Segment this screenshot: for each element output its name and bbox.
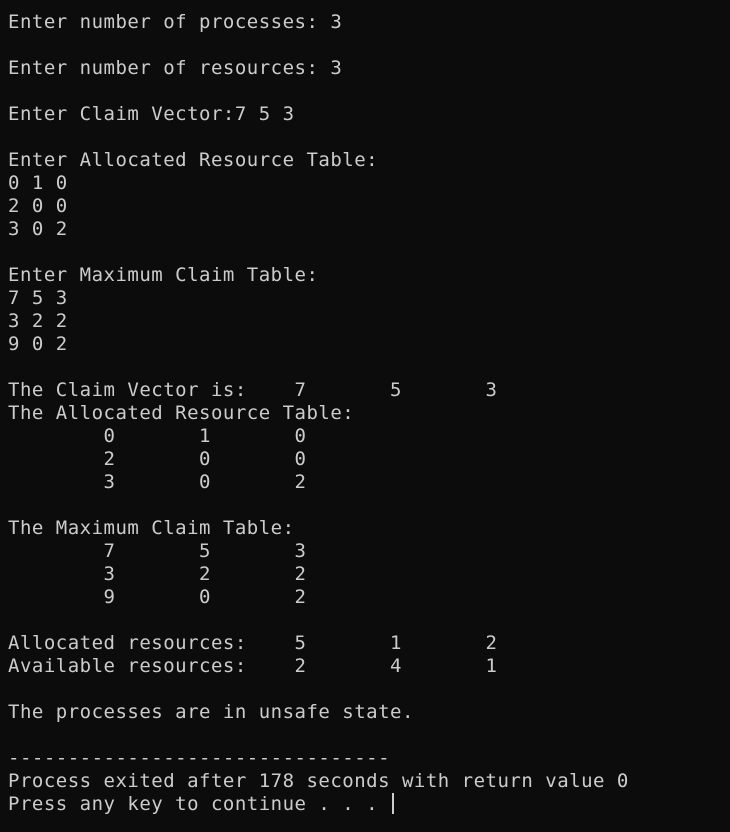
console-line: 9 0 2 — [8, 586, 307, 608]
console-line: The processes are in unsafe state. — [8, 701, 414, 723]
console-line: Enter Claim Vector:7 5 3 — [8, 103, 295, 125]
console-line: 2 0 0 — [8, 195, 68, 217]
console-line: 0 1 0 — [8, 425, 307, 447]
console-line: 3 2 2 — [8, 310, 68, 332]
console-line: -------------------------------- — [8, 747, 391, 769]
console-line: Allocated resources: 5 1 2 — [8, 632, 498, 654]
text-cursor — [392, 793, 395, 814]
console-line: 3 2 2 — [8, 563, 307, 585]
continue-prompt: Press any key to continue . . . — [8, 793, 391, 815]
console-line: 7 5 3 — [8, 287, 68, 309]
console-line: 2 0 0 — [8, 448, 307, 470]
console-line: The Claim Vector is: 7 5 3 — [8, 379, 498, 401]
console-line: 0 1 0 — [8, 172, 68, 194]
console-line: 9 0 2 — [8, 333, 68, 355]
console-line: 7 5 3 — [8, 540, 307, 562]
console-line: The Allocated Resource Table: — [8, 402, 355, 424]
console-line: Enter number of processes: 3 — [8, 11, 343, 33]
console-line: 3 0 2 — [8, 218, 68, 240]
console-line: The Maximum Claim Table: — [8, 517, 295, 539]
console-line: Enter Maximum Claim Table: — [8, 264, 319, 286]
console-line: Available resources: 2 4 1 — [8, 655, 498, 677]
console-line: Process exited after 178 seconds with re… — [8, 770, 629, 792]
console-line: Enter Allocated Resource Table: — [8, 149, 379, 171]
console-line: 3 0 2 — [8, 471, 307, 493]
console-line: Enter number of resources: 3 — [8, 57, 343, 79]
console-prompt-line: Press any key to continue . . . — [8, 793, 722, 816]
console-output[interactable]: Enter number of processes: 3 Enter number… — [8, 11, 722, 823]
